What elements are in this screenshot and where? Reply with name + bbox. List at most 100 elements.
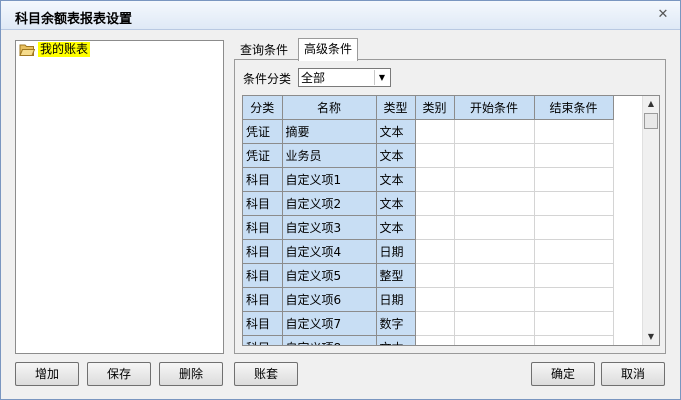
table-row[interactable]: 科目 自定义项3 文本 bbox=[243, 215, 614, 240]
cell-type[interactable]: 整型 bbox=[376, 263, 416, 288]
title-bar[interactable]: 科目余额表报表设置 ✕ bbox=[1, 1, 680, 30]
cell-class[interactable] bbox=[415, 119, 455, 144]
condition-category-label: 条件分类 bbox=[243, 72, 292, 86]
cell-category[interactable]: 科目 bbox=[243, 287, 283, 312]
col-header-end-condition[interactable]: 结束条件 bbox=[534, 96, 614, 120]
table-row[interactable]: 科目 自定义项7 数字 bbox=[243, 311, 614, 336]
cell-name[interactable]: 自定义项7 bbox=[282, 311, 377, 336]
cell-type[interactable]: 数字 bbox=[376, 311, 416, 336]
cell-class[interactable] bbox=[415, 335, 455, 345]
cancel-button[interactable]: 取消 bbox=[601, 362, 665, 386]
cell-name[interactable]: 摘要 bbox=[282, 119, 377, 144]
cell-start-condition[interactable] bbox=[454, 119, 535, 144]
cell-class[interactable] bbox=[415, 287, 455, 312]
table-row[interactable]: 科目 自定义项5 整型 bbox=[243, 263, 614, 288]
cell-start-condition[interactable] bbox=[454, 239, 535, 264]
cell-category[interactable]: 科目 bbox=[243, 215, 283, 240]
cell-name[interactable]: 自定义项1 bbox=[282, 167, 377, 192]
cell-class[interactable] bbox=[415, 263, 455, 288]
cell-end-condition[interactable] bbox=[534, 215, 614, 240]
col-header-name[interactable]: 名称 bbox=[282, 96, 377, 120]
tab-query-conditions[interactable]: 查询条件 bbox=[234, 39, 294, 60]
cell-start-condition[interactable] bbox=[454, 311, 535, 336]
tab-advanced-conditions[interactable]: 高级条件 bbox=[298, 38, 359, 61]
col-header-type[interactable]: 类型 bbox=[376, 96, 416, 120]
advanced-conditions-panel: 条件分类 全部 ▼ 分类 名称 类型 类别 开始条件 结束条件 凭证 摘要 文本… bbox=[234, 59, 666, 354]
ok-button[interactable]: 确定 bbox=[531, 362, 595, 386]
cell-class[interactable] bbox=[415, 311, 455, 336]
cell-type[interactable]: 文本 bbox=[376, 335, 416, 345]
cell-start-condition[interactable] bbox=[454, 143, 535, 168]
cell-type[interactable]: 文本 bbox=[376, 119, 416, 144]
dialog-window: 科目余额表报表设置 ✕ 我的账表 查询条件 高级条件 条件分类 全部 ▼ 分类 … bbox=[0, 0, 681, 400]
dropdown-arrow-icon[interactable]: ▼ bbox=[374, 70, 389, 85]
cell-name[interactable]: 自定义项4 bbox=[282, 239, 377, 264]
cell-type[interactable]: 文本 bbox=[376, 191, 416, 216]
cell-category[interactable]: 凭证 bbox=[243, 119, 283, 144]
grid-body: 凭证 摘要 文本 凭证 业务员 文本 科目 自定义项1 文本 科目 自定义项2 文本 科目 自定义项3 文本… bbox=[243, 119, 614, 345]
save-button[interactable]: 保存 bbox=[87, 362, 151, 386]
cell-start-condition[interactable] bbox=[454, 215, 535, 240]
table-row[interactable]: 科目自定义项8文本 bbox=[243, 335, 614, 345]
table-row[interactable]: 科目 自定义项1 文本 bbox=[243, 167, 614, 192]
table-row[interactable]: 科目 自定义项6 日期 bbox=[243, 287, 614, 312]
add-button[interactable]: 增加 bbox=[15, 362, 79, 386]
col-header-category[interactable]: 分类 bbox=[243, 96, 283, 120]
dialog-title: 科目余额表报表设置 bbox=[15, 12, 133, 27]
cell-type[interactable]: 文本 bbox=[376, 215, 416, 240]
cell-category[interactable]: 科目 bbox=[243, 263, 283, 288]
cell-start-condition[interactable] bbox=[454, 191, 535, 216]
vertical-scrollbar[interactable]: ▲ ▼ bbox=[642, 96, 659, 345]
cell-name[interactable]: 业务员 bbox=[282, 143, 377, 168]
tree-node-root[interactable]: 我的账表 bbox=[19, 42, 91, 57]
cell-class[interactable] bbox=[415, 143, 455, 168]
cell-category[interactable]: 科目 bbox=[243, 167, 283, 192]
cell-type[interactable]: 文本 bbox=[376, 143, 416, 168]
table-row[interactable]: 科目 自定义项2 文本 bbox=[243, 191, 614, 216]
close-icon[interactable]: ✕ bbox=[654, 6, 672, 24]
cell-end-condition[interactable] bbox=[534, 143, 614, 168]
cell-name[interactable]: 自定义项5 bbox=[282, 263, 377, 288]
delete-button[interactable]: 删除 bbox=[159, 362, 223, 386]
cell-end-condition[interactable] bbox=[534, 311, 614, 336]
report-tree[interactable]: 我的账表 bbox=[15, 40, 224, 354]
condition-category-select[interactable]: 全部 ▼ bbox=[298, 68, 391, 87]
cell-start-condition[interactable] bbox=[454, 167, 535, 192]
cell-end-condition[interactable] bbox=[534, 167, 614, 192]
cell-start-condition[interactable] bbox=[454, 287, 535, 312]
cell-class[interactable] bbox=[415, 167, 455, 192]
col-header-class[interactable]: 类别 bbox=[415, 96, 455, 120]
cell-name[interactable]: 自定义项8 bbox=[282, 335, 377, 345]
table-row[interactable]: 凭证 摘要 文本 bbox=[243, 119, 614, 144]
cell-category[interactable]: 科目 bbox=[243, 191, 283, 216]
cell-start-condition[interactable] bbox=[454, 335, 535, 345]
cell-class[interactable] bbox=[415, 215, 455, 240]
scroll-up-icon[interactable]: ▲ bbox=[643, 96, 659, 112]
ledger-button[interactable]: 账套 bbox=[234, 362, 298, 386]
cell-name[interactable]: 自定义项3 bbox=[282, 215, 377, 240]
cell-type[interactable]: 日期 bbox=[376, 287, 416, 312]
cell-category[interactable]: 科目 bbox=[243, 239, 283, 264]
cell-end-condition[interactable] bbox=[534, 191, 614, 216]
scroll-down-icon[interactable]: ▼ bbox=[643, 329, 659, 345]
cell-type[interactable]: 文本 bbox=[376, 167, 416, 192]
cell-category[interactable]: 科目 bbox=[243, 311, 283, 336]
cell-name[interactable]: 自定义项6 bbox=[282, 287, 377, 312]
cell-class[interactable] bbox=[415, 191, 455, 216]
cell-start-condition[interactable] bbox=[454, 263, 535, 288]
table-row[interactable]: 科目 自定义项4 日期 bbox=[243, 239, 614, 264]
cell-end-condition[interactable] bbox=[534, 287, 614, 312]
cell-type[interactable]: 日期 bbox=[376, 239, 416, 264]
cell-category[interactable]: 科目 bbox=[243, 335, 283, 345]
scroll-thumb[interactable] bbox=[644, 113, 658, 129]
cell-class[interactable] bbox=[415, 239, 455, 264]
cell-end-condition[interactable] bbox=[534, 119, 614, 144]
cell-end-condition[interactable] bbox=[534, 239, 614, 264]
cell-category[interactable]: 凭证 bbox=[243, 143, 283, 168]
cell-end-condition[interactable] bbox=[534, 263, 614, 288]
cell-name[interactable]: 自定义项2 bbox=[282, 191, 377, 216]
cell-end-condition[interactable] bbox=[534, 335, 614, 345]
conditions-grid[interactable]: 分类 名称 类型 类别 开始条件 结束条件 凭证 摘要 文本 凭证 业务员 文本 科目 自定义… bbox=[242, 95, 660, 346]
col-header-start-condition[interactable]: 开始条件 bbox=[454, 96, 535, 120]
table-row[interactable]: 凭证 业务员 文本 bbox=[243, 143, 614, 168]
